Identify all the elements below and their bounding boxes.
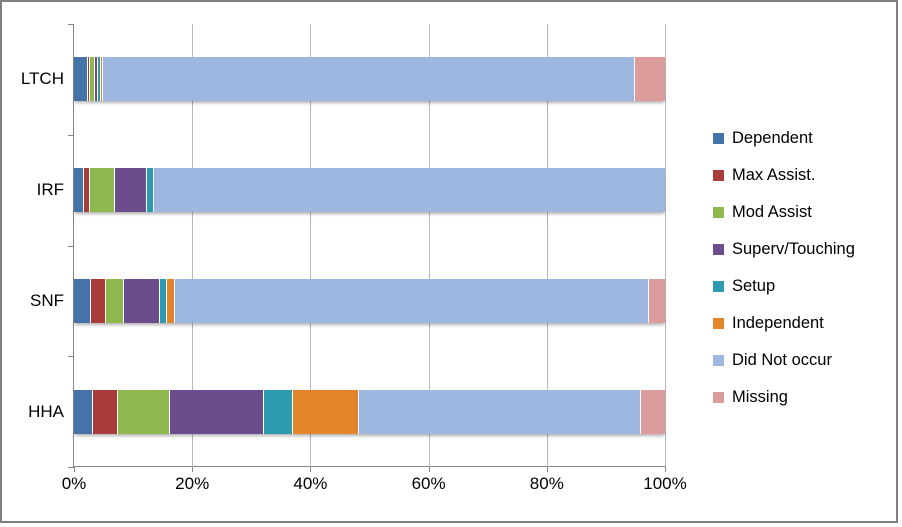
y-axis-tick: [68, 24, 74, 25]
legend-label: Mod Assist: [732, 203, 812, 221]
legend-swatch-icon: [713, 281, 724, 292]
x-axis-tick: [74, 467, 75, 472]
legend-label: Missing: [732, 388, 788, 406]
legend-item[interactable]: Missing: [713, 379, 893, 416]
stacked-bar[interactable]: [74, 278, 665, 323]
bar-segment[interactable]: [114, 168, 147, 213]
legend-label: Did Not occur: [732, 351, 832, 369]
bar-segment[interactable]: [74, 389, 93, 434]
bar-segment[interactable]: [641, 389, 665, 434]
x-axis-tick: [428, 467, 430, 472]
legend-item[interactable]: Setup: [713, 268, 893, 305]
y-axis-labels: LTCH IRF SNF HHA: [2, 24, 64, 467]
legend-swatch-icon: [713, 244, 724, 255]
chart-frame: LTCH IRF SNF HHA 0% 20% 40% 60% 80% 100% Depende…: [0, 0, 898, 523]
bar-segment[interactable]: [74, 57, 89, 102]
stacked-bar[interactable]: [74, 57, 665, 102]
x-axis-tick-label: 60%: [411, 474, 446, 493]
legend-label: Superv/Touching: [732, 240, 855, 258]
bar-segment[interactable]: [169, 389, 264, 434]
x-axis-tick: [665, 467, 666, 472]
bar-segment[interactable]: [292, 389, 359, 434]
bar-segment[interactable]: [153, 168, 665, 213]
legend-label: Independent: [732, 314, 824, 332]
x-axis-line: [73, 466, 665, 467]
bar-segment[interactable]: [648, 278, 665, 323]
y-axis-tick: [68, 245, 74, 247]
bar-segment[interactable]: [74, 278, 92, 323]
legend-item[interactable]: Max Assist.: [713, 157, 893, 194]
bar-segment[interactable]: [635, 57, 665, 102]
chart-legend: Dependent Max Assist. Mod Assist Superv/Tou…: [713, 120, 893, 416]
x-axis-tick: [192, 467, 194, 472]
plot-area: [68, 24, 666, 472]
stacked-bar[interactable]: [74, 389, 665, 434]
bar-segment[interactable]: [117, 389, 170, 434]
legend-item[interactable]: Superv/Touching: [713, 231, 893, 268]
bar-segment[interactable]: [74, 168, 85, 213]
bar-segment[interactable]: [92, 389, 118, 434]
y-axis-category-label: LTCH: [20, 69, 64, 89]
x-axis-tick-label: 80%: [529, 474, 564, 493]
gridline: [665, 24, 666, 467]
legend-swatch-icon: [713, 355, 724, 366]
legend-item[interactable]: Mod Assist: [713, 194, 893, 231]
legend-label: Setup: [732, 277, 776, 295]
legend-label: Dependent: [732, 129, 813, 147]
y-axis-tick: [68, 134, 74, 136]
bar-segment[interactable]: [175, 278, 649, 323]
x-axis-labels: 0% 20% 40% 60% 80% 100%: [62, 474, 687, 498]
bar-row: [74, 168, 665, 213]
legend-label: Max Assist.: [732, 166, 816, 184]
x-axis-tick-label: 100%: [643, 474, 687, 493]
x-axis-tick-label: 20%: [175, 474, 210, 493]
y-axis-category-label: IRF: [36, 180, 64, 200]
stacked-bar[interactable]: [74, 168, 665, 213]
bar-segment[interactable]: [106, 278, 124, 323]
legend-item[interactable]: Independent: [713, 305, 893, 342]
bar-segment[interactable]: [358, 389, 642, 434]
y-axis-category-label: HHA: [28, 401, 64, 421]
y-axis-tick: [68, 356, 74, 358]
bar-row: [74, 389, 665, 434]
bar-segment[interactable]: [102, 57, 636, 102]
bar-segment[interactable]: [166, 278, 175, 323]
bar-row: [74, 278, 665, 323]
bar-segment[interactable]: [146, 168, 154, 213]
legend-item[interactable]: Dependent: [713, 120, 893, 157]
x-axis-tick-label: 0%: [61, 474, 87, 493]
legend-swatch-icon: [713, 318, 724, 329]
legend-swatch-icon: [713, 170, 724, 181]
x-axis-tick: [546, 467, 548, 472]
x-axis-tick: [310, 467, 312, 472]
bar-segment[interactable]: [91, 278, 107, 323]
legend-item[interactable]: Did Not occur: [713, 342, 893, 379]
bar-segment[interactable]: [159, 278, 167, 323]
bar-segment[interactable]: [89, 168, 115, 213]
x-axis-tick-label: 40%: [293, 474, 328, 493]
legend-swatch-icon: [713, 207, 724, 218]
bar-segment[interactable]: [123, 278, 160, 323]
legend-swatch-icon: [713, 392, 724, 403]
bar-segment[interactable]: [263, 389, 293, 434]
bar-row: [74, 57, 665, 102]
legend-swatch-icon: [713, 133, 724, 144]
y-axis-category-label: SNF: [30, 290, 64, 310]
